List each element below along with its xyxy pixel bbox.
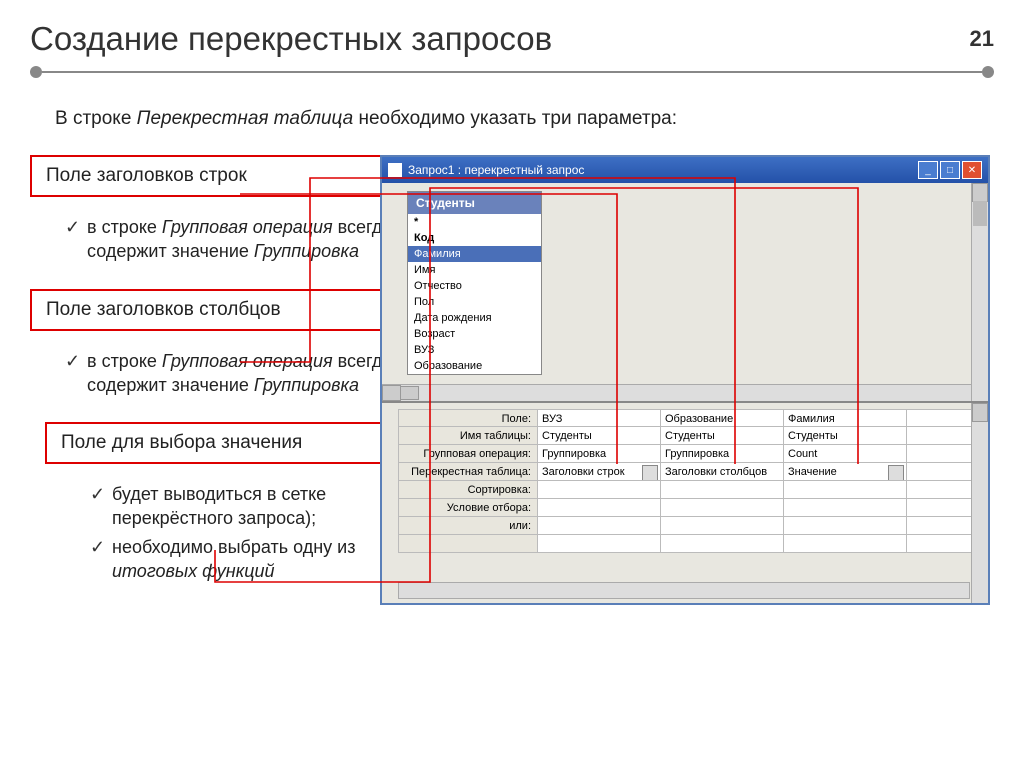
grid-column-2[interactable]: Образование Студенты Группировка Заголов… <box>661 409 784 581</box>
field-dob[interactable]: Дата рождения <box>408 310 541 326</box>
field-vuz[interactable]: ВУЗ <box>408 342 541 358</box>
grid-column-1[interactable]: ВУЗ Студенты Группировка Заголовки строк <box>538 409 661 581</box>
note-value-2: необходимо выбрать одну из итоговых функ… <box>90 535 400 584</box>
field-vozrast[interactable]: Возраст <box>408 326 541 342</box>
window-title: Запрос1 : перекрестный запрос <box>408 163 918 177</box>
page-number: 21 <box>970 26 994 52</box>
close-button[interactable]: ✕ <box>962 161 982 179</box>
callout-col-headers: Поле заголовков столбцов <box>30 289 400 331</box>
upper-scrollbar-vertical[interactable] <box>971 183 988 401</box>
grid-column-3[interactable]: Фамилия Студенты Count Значение <box>784 409 907 581</box>
lower-scrollbar-horizontal[interactable] <box>398 582 970 599</box>
slide-title: Создание перекрестных запросов <box>30 20 552 58</box>
note-rows: в строке Групповая операция всегда содер… <box>65 215 400 264</box>
query-designer-window: Запрос1 : перекрестный запрос _ □ ✕ Студ… <box>380 155 990 605</box>
maximize-button[interactable]: □ <box>940 161 960 179</box>
note-cols: в строке Групповая операция всегда содер… <box>65 349 400 398</box>
divider <box>30 66 994 78</box>
lower-scrollbar-vertical[interactable] <box>971 403 988 603</box>
tables-pane: Студенты * Код Фамилия Имя Отчество Пол … <box>382 183 988 403</box>
upper-scrollbar-horizontal[interactable] <box>382 384 971 401</box>
field-familia[interactable]: Фамилия <box>408 246 541 262</box>
grid-row-labels: Поле: Имя таблицы: Групповая операция: П… <box>398 409 538 581</box>
note-value-1: будет выводиться в сетке перекрёстного з… <box>90 482 400 531</box>
window-titlebar[interactable]: Запрос1 : перекрестный запрос _ □ ✕ <box>382 157 988 183</box>
field-kod[interactable]: Код <box>408 230 541 246</box>
field-otchestvo[interactable]: Отчество <box>408 278 541 294</box>
field-star[interactable]: * <box>408 214 541 230</box>
design-grid-pane: Поле: Имя таблицы: Групповая операция: П… <box>382 403 988 603</box>
field-pol[interactable]: Пол <box>408 294 541 310</box>
minimize-button[interactable]: _ <box>918 161 938 179</box>
app-icon <box>388 163 402 177</box>
table-students[interactable]: Студенты * Код Фамилия Имя Отчество Пол … <box>407 191 542 375</box>
field-obrazovanie[interactable]: Образование <box>408 358 541 374</box>
table-header: Студенты <box>408 192 541 214</box>
field-imya[interactable]: Имя <box>408 262 541 278</box>
callout-row-headers: Поле заголовков строк <box>30 155 400 197</box>
intro-text: В строке Перекрестная таблица необходимо… <box>55 108 994 130</box>
callout-value-field: Поле для выбора значения <box>45 422 400 464</box>
